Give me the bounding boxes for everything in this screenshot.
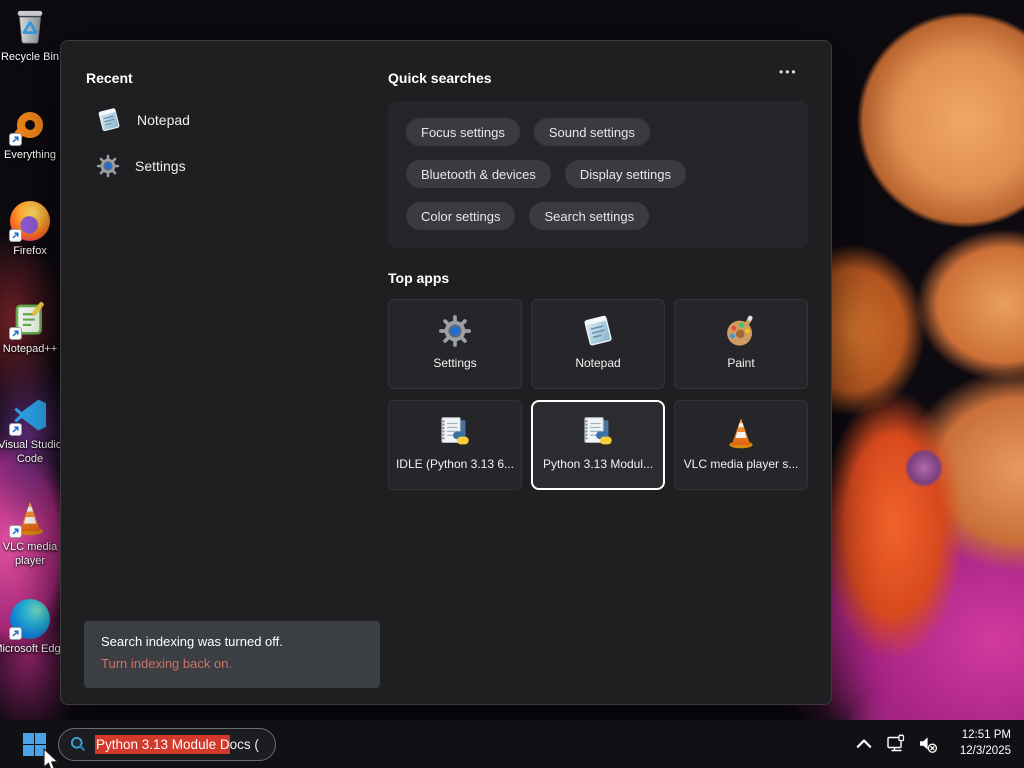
tile-label: IDLE (Python 3.13 6...: [395, 457, 515, 471]
recent-item-label: Settings: [135, 158, 186, 174]
windows-logo-icon: [22, 732, 46, 756]
volume-mute-icon[interactable]: [917, 733, 939, 755]
vlc-cone-icon: [9, 496, 51, 538]
taskbar-search-box[interactable]: Python 3.13 Module Docs (: [58, 727, 276, 761]
taskbar: Python 3.13 Module Docs ( 12:51 PM 12/3/…: [0, 720, 1024, 768]
notepad-plus-plus-icon: [9, 298, 51, 340]
tile-python-module-docs-selected[interactable]: Python 3.13 Modul...: [531, 400, 665, 490]
quick-search-pill[interactable]: Display settings: [564, 160, 686, 188]
start-button[interactable]: [15, 724, 53, 764]
clock-time: 12:51 PM: [961, 729, 1011, 742]
vscode-icon: [9, 394, 51, 436]
quick-search-pill[interactable]: Bluetooth & devices: [406, 160, 551, 188]
search-selected-text: Python 3.13 Module D: [95, 734, 230, 754]
python-doc-icon: [438, 415, 472, 449]
network-icon[interactable]: [885, 733, 907, 755]
shortcut-arrow-icon: [9, 627, 22, 640]
quick-search-pill[interactable]: Search settings: [529, 202, 650, 230]
recycle-bin-icon: [9, 6, 51, 48]
chevron-up-icon[interactable]: [853, 733, 875, 755]
tile-label: Settings: [433, 356, 477, 370]
shortcut-arrow-icon: [9, 525, 22, 538]
top-apps-header: Top apps: [388, 270, 450, 286]
clock-date: 12/3/2025: [959, 745, 1011, 757]
settings-gear-icon: [96, 154, 120, 178]
taskbar-clock[interactable]: 12:51 PM 12/3/2025: [949, 728, 1011, 759]
notification-message: Search indexing was turned off.: [101, 634, 283, 649]
shortcut-arrow-icon: [9, 133, 22, 146]
shortcut-arrow-icon: [9, 229, 22, 242]
tile-settings[interactable]: Settings: [388, 299, 522, 389]
top-apps-grid: Settings Notepad Paint IDLE (Python 3.13…: [388, 299, 810, 490]
quick-search-pill[interactable]: Focus settings: [406, 118, 520, 146]
system-tray: 12:51 PM 12/3/2025: [853, 728, 1011, 759]
notepad-icon: [581, 314, 615, 348]
firefox-icon: [9, 200, 51, 242]
tile-notepad[interactable]: Notepad: [531, 299, 665, 389]
search-rest-text: ocs (: [229, 736, 259, 752]
search-magnifier-icon: [69, 735, 87, 753]
tile-label: VLC media player s...: [683, 457, 799, 471]
turn-indexing-on-link[interactable]: Turn indexing back on.: [101, 656, 363, 671]
shortcut-arrow-icon: [9, 423, 22, 436]
tile-label: Notepad: [575, 356, 621, 370]
shortcut-arrow-icon: [9, 327, 22, 340]
everything-search-icon: [9, 104, 51, 146]
recent-item-notepad[interactable]: Notepad: [89, 101, 389, 139]
settings-gear-icon: [438, 314, 472, 348]
tile-paint[interactable]: Paint: [674, 299, 808, 389]
recent-item-settings[interactable]: Settings: [89, 147, 389, 185]
vlc-cone-icon: [724, 415, 758, 449]
desktop-screen: Recycle Bin Everything Firefox Notepad++…: [0, 0, 1024, 768]
quick-searches-header: Quick searches: [388, 70, 492, 86]
notepad-icon: [96, 107, 122, 133]
quick-search-pill[interactable]: Sound settings: [533, 118, 650, 146]
indexing-notification: Search indexing was turned off. Turn ind…: [84, 621, 380, 688]
recent-item-label: Notepad: [137, 112, 190, 128]
tile-vlc[interactable]: VLC media player s...: [674, 400, 808, 490]
edge-icon: [9, 598, 51, 640]
quick-search-pill[interactable]: Color settings: [406, 202, 516, 230]
tile-label: Paint: [727, 356, 755, 370]
paint-palette-icon: [724, 314, 758, 348]
recent-header: Recent: [86, 70, 133, 86]
tile-label: Python 3.13 Modul...: [542, 457, 654, 471]
python-doc-icon: [581, 415, 615, 449]
search-panel: Recent Notepad Settings Quick searches •…: [60, 40, 832, 705]
quick-searches-card: Focus settings Sound settings Bluetooth …: [388, 101, 808, 248]
more-options-button[interactable]: •••: [779, 65, 798, 79]
tile-idle-python[interactable]: IDLE (Python 3.13 6...: [388, 400, 522, 490]
